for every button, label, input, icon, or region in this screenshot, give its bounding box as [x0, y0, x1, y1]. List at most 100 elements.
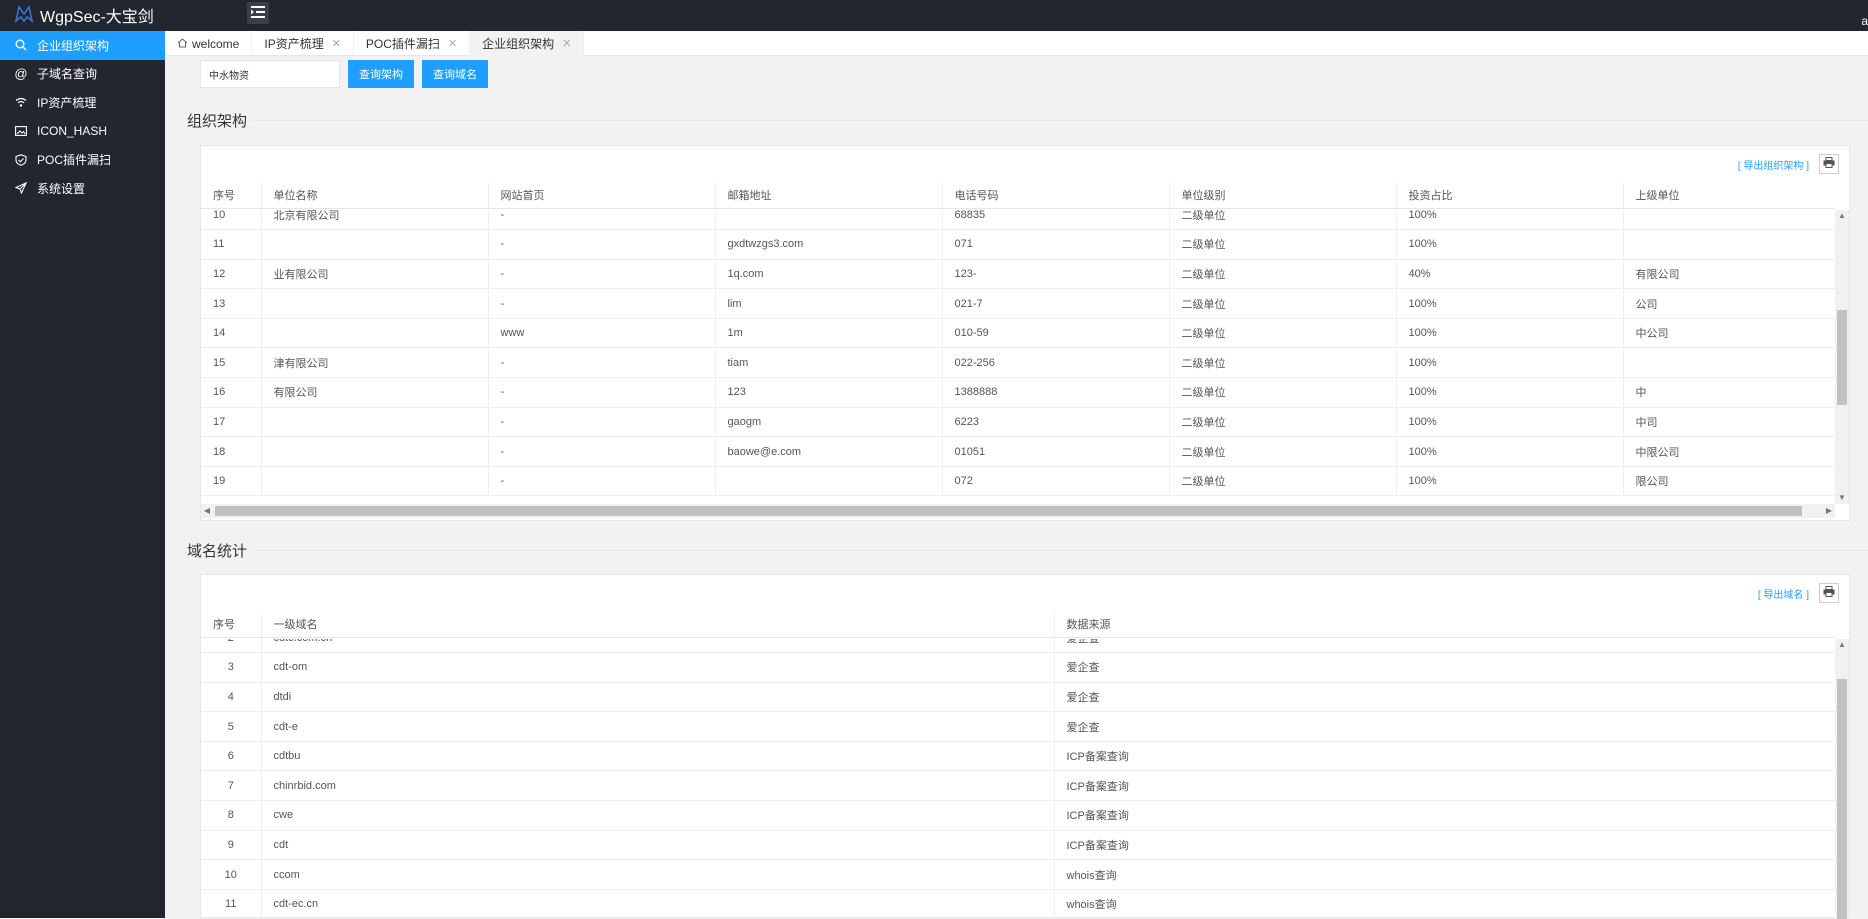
table-cell: 68835 [942, 210, 1170, 231]
tab-ip-assets[interactable]: IP资产梳理 ✕ [252, 31, 354, 56]
scroll-down-icon[interactable]: ▼ [1835, 492, 1849, 504]
table-cell: 100% [1396, 210, 1624, 231]
query-domain-button[interactable]: 查询域名 [422, 60, 488, 88]
export-org-link[interactable]: [ 导出组织架构 ] [1738, 157, 1809, 172]
table-cell: 二级单位 [1169, 288, 1397, 319]
column-header[interactable]: 序号 [201, 183, 262, 208]
table-cell: 1m [715, 318, 943, 349]
sidebar-item-poc-scan[interactable]: POC插件漏扫 [0, 145, 165, 174]
table-row[interactable]: 4 dtdi 爱企查 [201, 682, 1835, 713]
table-row[interactable]: 11 cdt-ec.cn whois查询 [201, 889, 1835, 919]
column-header[interactable]: 投资占比 [1396, 183, 1624, 208]
menu-toggle-button[interactable] [247, 2, 269, 24]
org-vertical-scrollbar[interactable]: ▲ ▼ [1835, 210, 1849, 504]
table-row[interactable]: 12 业有限公司 -1q.com 123- 二级单位 40% 有限公司 [201, 259, 1835, 290]
table-cell: 11 [201, 889, 262, 919]
column-header[interactable]: 序号 [201, 612, 262, 637]
scroll-thumb[interactable] [1837, 679, 1847, 919]
table-cell: 16 [201, 377, 262, 408]
close-icon[interactable]: ✕ [448, 37, 457, 50]
table-cell: 100% [1396, 436, 1624, 467]
table-row[interactable]: 16 有限公司 -123 1388888 二级单位 100% 中 [201, 377, 1835, 408]
table-cell: ICP备案查询 [1054, 800, 1835, 831]
table-row[interactable]: 11 - gxdtwzgs3.com 071 二级单位 100% [201, 229, 1835, 260]
table-row[interactable]: 6 cdtbu ICP备案查询 [201, 741, 1835, 772]
table-cell: 13 [201, 288, 262, 319]
table-cell: 6 [201, 741, 262, 772]
domain-vertical-scrollbar[interactable]: ▲ [1835, 639, 1849, 919]
org-table-body: 10 北京有限公司 -68835 二级单位 100% 11- gxdtwzgs3.com 07… [201, 210, 1835, 504]
table-row[interactable]: 19 - 072 二级单位 100% 限公司 [201, 466, 1835, 497]
tab-welcome[interactable]: welcome [165, 31, 253, 56]
scroll-up-icon[interactable]: ▲ [1835, 639, 1849, 651]
table-row[interactable]: 7 chinrbid.com ICP备案查询 [201, 770, 1835, 802]
table-cell: 二级单位 [1169, 229, 1397, 260]
sidebar-item-label: 子域名查询 [37, 67, 98, 82]
scroll-right-icon[interactable]: ▶ [1823, 504, 1835, 518]
printer-icon [1823, 586, 1835, 600]
column-header[interactable]: 单位名称 [261, 183, 489, 208]
column-header[interactable]: 电话号码 [942, 183, 1170, 208]
table-row[interactable]: 13 - lim 021-7 二级单位 100% 公司 [201, 288, 1835, 319]
table-cell: chinrbid.com [261, 770, 1055, 802]
table-cell: ICP备案查询 [1054, 741, 1835, 772]
sidebar-item-label: 系统设置 [37, 181, 86, 196]
sidebar-item-label: IP资产梳理 [37, 95, 97, 110]
table-row[interactable]: 8 cwe ICP备案查询 [201, 800, 1835, 831]
table-row[interactable]: 9 cdt ICP备案查询 [201, 830, 1835, 861]
sidebar-item-settings[interactable]: 系统设置 [0, 174, 165, 203]
column-header[interactable]: 上级单位 [1623, 183, 1835, 208]
close-icon[interactable]: ✕ [562, 37, 571, 50]
table-row[interactable]: 17 - gaogm 6223 二级单位 100% 中司 [201, 407, 1835, 438]
query-org-button[interactable]: 查询架构 [348, 60, 414, 88]
table-cell: cwe [261, 800, 1055, 831]
table-cell: gxdtwzgs3.com [715, 229, 943, 260]
sidebar-item-ip-assets[interactable]: IP资产梳理 [0, 88, 165, 117]
export-domain-link[interactable]: [ 导出域名 ] [1758, 586, 1809, 601]
table-cell: - [488, 466, 716, 497]
sidebar-item-icon-hash[interactable]: ICON_HASH [0, 117, 165, 146]
table-cell [261, 229, 489, 260]
table-row[interactable]: 10 北京有限公司 - 68835 二级单位 100% [201, 210, 1835, 231]
column-header[interactable]: 邮箱地址 [715, 183, 943, 208]
tab-org-structure[interactable]: 企业组织架构 ✕ [470, 31, 585, 56]
company-search-input[interactable] [200, 60, 340, 88]
table-cell: 6223 [942, 407, 1170, 438]
close-icon[interactable]: ✕ [332, 37, 341, 50]
table-cell: - [488, 347, 716, 379]
table-row[interactable]: 3 cdt-om 爱企查 [201, 652, 1835, 683]
send-icon [14, 181, 28, 195]
column-header[interactable]: 单位级别 [1169, 183, 1397, 208]
table-row[interactable]: 18 - baowe@e.com 01051 二级单位 100% 中限公司 [201, 436, 1835, 467]
table-cell: 4 [201, 682, 262, 713]
scroll-thumb[interactable] [1837, 310, 1847, 405]
scroll-up-icon[interactable]: ▲ [1835, 210, 1849, 222]
print-button[interactable] [1819, 154, 1839, 174]
sidebar-item-org-structure[interactable]: 企业组织架构 [0, 31, 165, 60]
table-cell: - [488, 436, 716, 467]
table-row[interactable]: 5 cdt-e 爱企查 [201, 711, 1835, 742]
user-menu[interactable]: a [1861, 14, 1868, 28]
table-row[interactable]: 10 ccom whois查询 [201, 859, 1835, 890]
column-header[interactable]: 网站首页 [488, 183, 716, 208]
table-cell: 5 [201, 711, 262, 742]
column-header[interactable]: 数据来源 [1054, 612, 1835, 637]
scroll-thumb[interactable] [215, 506, 1802, 516]
app-logo: WgpSec-大宝剑 [14, 4, 154, 26]
scroll-left-icon[interactable]: ◀ [201, 504, 213, 518]
tab-poc-scan[interactable]: POC插件漏扫 ✕ [354, 31, 471, 56]
table-row[interactable]: 14 www 1m 010-59 二级单位 100% 中公司 [201, 318, 1835, 349]
divider [253, 550, 1868, 551]
sidebar-item-subdomain[interactable]: @ 子域名查询 [0, 60, 165, 89]
print-button[interactable] [1819, 583, 1839, 603]
table-cell: baowe@e.com [715, 436, 943, 467]
table-row[interactable]: 2cdtc.com.cn爱企查 [201, 639, 1835, 654]
column-header[interactable]: 一级域名 [261, 612, 1055, 637]
wolf-logo-icon [14, 4, 34, 26]
table-cell: 100% [1396, 288, 1624, 319]
table-cell: 爱企查 [1054, 639, 1835, 654]
table-cell: ccom [261, 859, 1055, 890]
org-horizontal-scrollbar[interactable]: ◀ ▶ [201, 504, 1835, 518]
sidebar: 企业组织架构 @ 子域名查询 IP资产梳理 ICON_HASH POC插件漏扫 … [0, 31, 165, 918]
table-row[interactable]: 15 津有限公司 - tiam 022-256 二级单位 100% [201, 347, 1835, 379]
